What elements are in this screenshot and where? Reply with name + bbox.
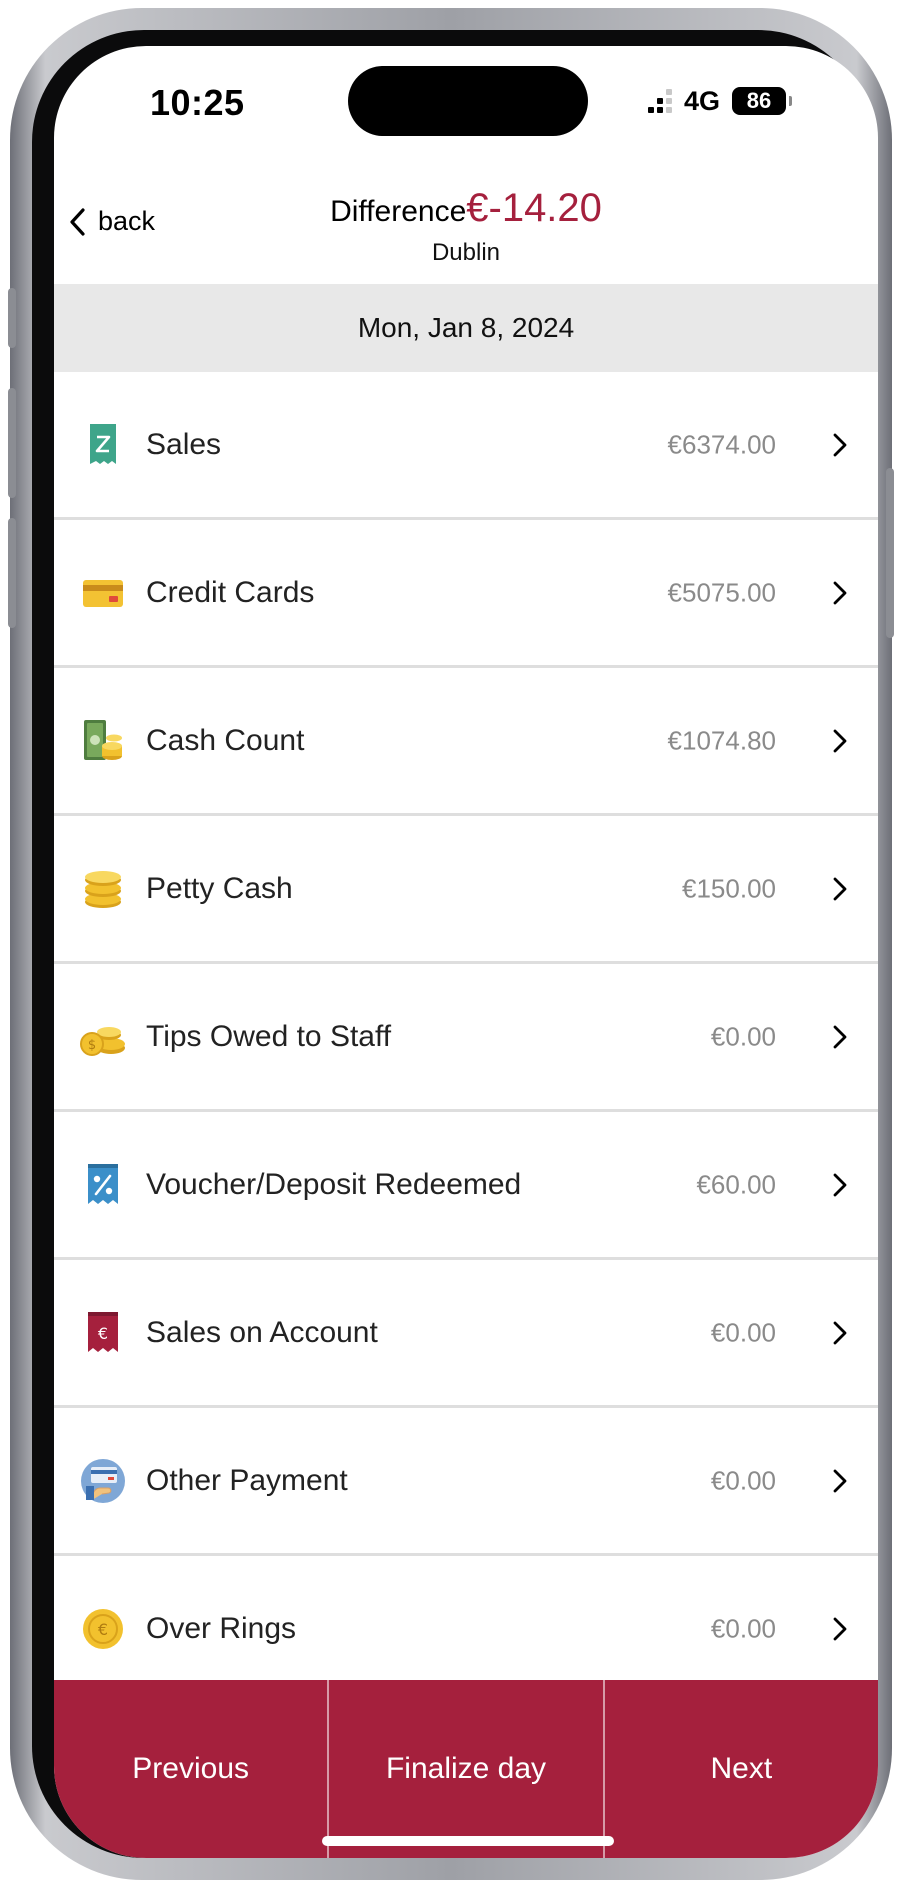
chevron-right-icon xyxy=(833,1025,847,1048)
reconciliation-list: Sales €6374.00 Credit Cards €5075.00 Cas… xyxy=(54,372,878,1704)
location-name: Dublin xyxy=(431,239,501,266)
row-label: Petty Cash xyxy=(146,871,293,905)
row-petty-cash[interactable]: Petty Cash €150.00 xyxy=(54,816,878,964)
row-label: Other Payment xyxy=(146,1463,348,1497)
row-amount: €0.00 xyxy=(710,1317,776,1347)
row-voucher-deposit[interactable]: Voucher/Deposit Redeemed €60.00 xyxy=(54,1112,878,1260)
row-amount: €6374.00 xyxy=(667,429,776,459)
voucher-percent-icon xyxy=(78,1160,128,1210)
svg-text:$: $ xyxy=(88,1038,96,1053)
network-type: 4G xyxy=(684,85,721,116)
chevron-right-icon xyxy=(833,1617,847,1640)
clock: 10:25 xyxy=(150,82,245,123)
cash-coins-icon xyxy=(78,716,128,766)
coin-stack-icon xyxy=(78,864,128,914)
row-credit-cards[interactable]: Credit Cards €5075.00 xyxy=(54,520,878,668)
row-label: Over Rings xyxy=(146,1611,297,1645)
chevron-right-icon xyxy=(833,1173,847,1196)
volume-up-button xyxy=(8,388,16,498)
page-title: Difference €-14.20 Dublin xyxy=(54,186,878,267)
row-sales[interactable]: Sales €6374.00 xyxy=(54,372,878,520)
svg-text:€: € xyxy=(98,1620,108,1639)
status-bar: 10:25 4G 86 xyxy=(54,46,878,156)
power-button xyxy=(886,468,894,638)
row-amount: €5075.00 xyxy=(667,577,776,607)
z-report-icon xyxy=(78,420,128,470)
euro-receipt-icon: € xyxy=(78,1308,128,1358)
coins-icon: $ xyxy=(78,1012,128,1062)
date-header: Mon, Jan 8, 2024 xyxy=(54,284,878,372)
next-button[interactable]: Next xyxy=(605,1680,878,1858)
chevron-right-icon xyxy=(833,877,847,900)
row-cash-count[interactable]: Cash Count €1074.80 xyxy=(54,668,878,816)
chevron-right-icon xyxy=(833,729,847,752)
row-amount: €0.00 xyxy=(710,1021,776,1051)
chevron-right-icon xyxy=(833,433,847,456)
row-amount: €0.00 xyxy=(710,1613,776,1643)
bottom-action-bar: Previous Finalize day Next xyxy=(54,1680,878,1858)
home-indicator[interactable] xyxy=(322,1836,614,1846)
row-label: Voucher/Deposit Redeemed xyxy=(146,1167,522,1201)
row-tips-owed[interactable]: $ Tips Owed to Staff €0.00 xyxy=(54,964,878,1112)
row-amount: €60.00 xyxy=(696,1169,776,1199)
signal-icon xyxy=(648,89,672,113)
chevron-right-icon xyxy=(833,1469,847,1492)
row-amount: €0.00 xyxy=(710,1465,776,1495)
row-amount: €1074.80 xyxy=(667,725,776,755)
row-label: Credit Cards xyxy=(146,575,315,609)
status-indicators: 4G 86 xyxy=(648,84,793,118)
previous-button[interactable]: Previous xyxy=(54,1680,327,1858)
volume-down-button xyxy=(8,518,16,628)
app-screen: 10:25 4G 86 back Difference €-14.20 Dubl… xyxy=(54,46,878,1858)
card-payment-icon xyxy=(78,1456,128,1506)
row-label: Sales on Account xyxy=(146,1315,378,1349)
row-label: Cash Count xyxy=(146,723,305,757)
row-sales-on-account[interactable]: € Sales on Account €0.00 xyxy=(54,1260,878,1408)
battery-icon: 86 xyxy=(732,87,793,115)
row-label: Tips Owed to Staff xyxy=(146,1019,392,1053)
row-amount: €150.00 xyxy=(682,873,776,903)
chevron-right-icon xyxy=(833,1321,847,1344)
svg-text:€: € xyxy=(98,1324,108,1343)
chevron-right-icon xyxy=(833,581,847,604)
phone-frame: 10:25 4G 86 back Difference €-14.20 Dubl… xyxy=(8,8,894,1880)
nav-bar: back Difference €-14.20 Dublin xyxy=(54,156,878,284)
difference-label: Difference xyxy=(330,195,467,228)
difference-amount: €-14.20 xyxy=(466,186,602,230)
finalize-day-button[interactable]: Finalize day xyxy=(327,1680,605,1858)
euro-coin-icon: € xyxy=(78,1604,128,1654)
row-other-payment[interactable]: Other Payment €0.00 xyxy=(54,1408,878,1556)
dynamic-island xyxy=(348,66,588,136)
row-label: Sales xyxy=(146,427,222,461)
action-button xyxy=(8,288,16,348)
credit-card-icon xyxy=(78,568,128,618)
